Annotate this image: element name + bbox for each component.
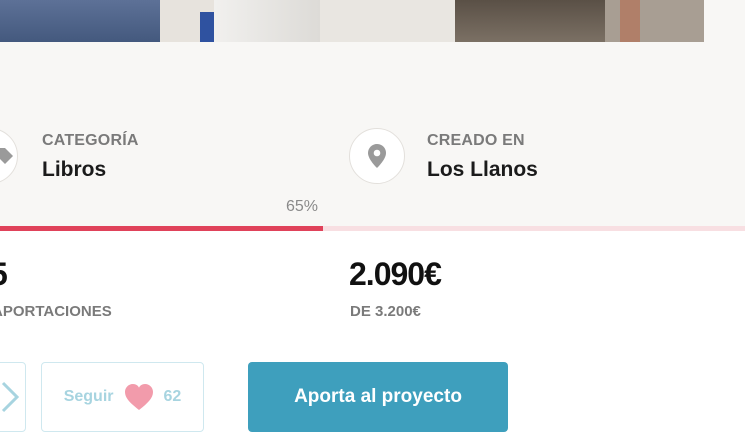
- location-label: CREADO EN: [427, 132, 525, 149]
- heart-icon: [124, 384, 153, 410]
- category-value[interactable]: Libros: [42, 158, 106, 182]
- tag-icon: [0, 128, 18, 184]
- location-value[interactable]: Los Llanos: [427, 158, 538, 182]
- project-page: CATEGORÍA Libros CREADO EN Los Llanos 65…: [0, 0, 745, 444]
- contribute-button[interactable]: Aporta al proyecto: [248, 362, 508, 432]
- follow-button[interactable]: Seguir 62: [41, 362, 204, 432]
- supporters-label: APORTACIONES: [0, 303, 112, 320]
- share-button[interactable]: [0, 362, 26, 432]
- share-icon: [1, 381, 20, 413]
- follow-label: Seguir: [63, 388, 114, 405]
- follow-count: 62: [163, 388, 182, 405]
- goal-amount: DE 3.200€: [350, 303, 421, 320]
- category-label: CATEGORÍA: [42, 132, 139, 149]
- location-pin-icon: [349, 128, 405, 184]
- supporters-count: 5: [0, 256, 8, 293]
- progress-percent: 65%: [286, 198, 319, 215]
- raised-amount: 2.090€: [349, 256, 442, 292]
- project-photo: [0, 0, 704, 42]
